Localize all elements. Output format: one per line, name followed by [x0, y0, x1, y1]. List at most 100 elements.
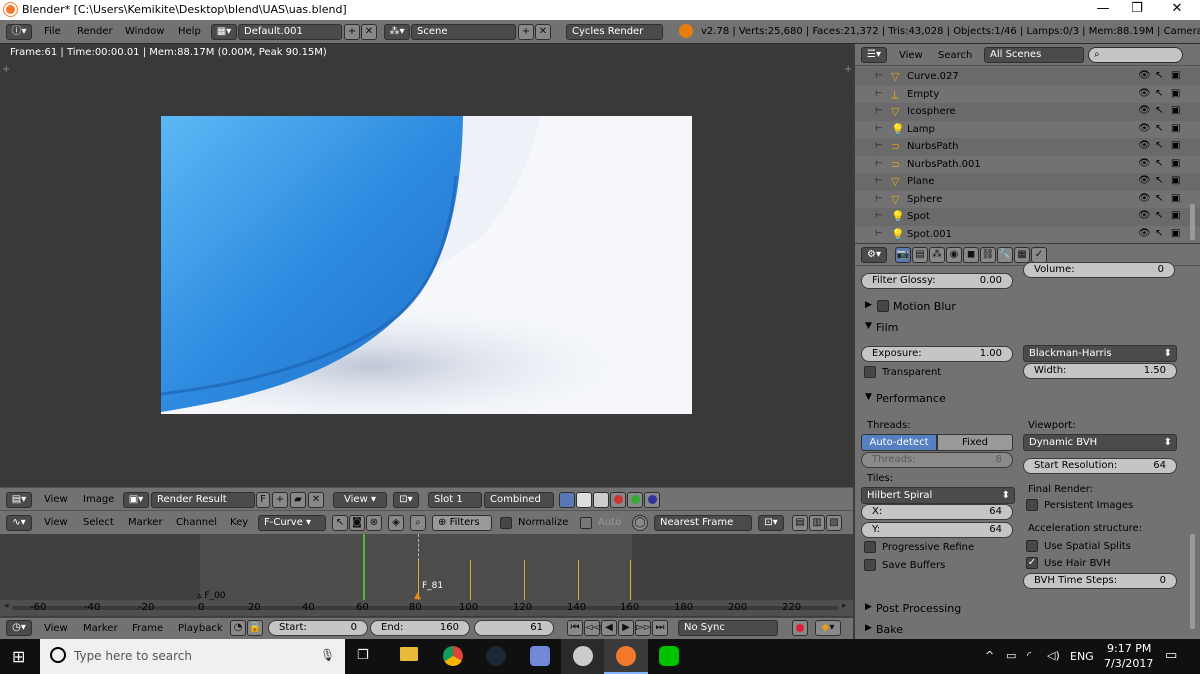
language-indicator[interactable]: ENG: [1070, 650, 1094, 663]
visibility-eye-icon[interactable]: 👁: [1138, 175, 1151, 186]
render-camera-icon[interactable]: ▣: [1171, 88, 1180, 99]
select-arrow-icon[interactable]: ↖: [1155, 123, 1163, 134]
image-view-menu[interactable]: View: [44, 494, 68, 505]
area-corner-plus-icon[interactable]: +: [844, 64, 852, 75]
image-menu[interactable]: Image: [83, 494, 114, 505]
modifiers-tab-icon[interactable]: 🔧: [997, 247, 1013, 263]
persistent-images-checkbox[interactable]: [1026, 499, 1038, 511]
paste-keys-icon[interactable]: ▥: [809, 515, 825, 531]
graph-editor-type-icon[interactable]: ∿▾: [6, 515, 32, 531]
outliner-search-input[interactable]: ⌕: [1088, 47, 1183, 63]
clock-time[interactable]: 9:17 PM: [1107, 642, 1151, 655]
line-icon[interactable]: [659, 646, 679, 666]
scroll-left-handle[interactable]: ◂: [4, 601, 9, 611]
scene-field[interactable]: Scene: [411, 24, 516, 40]
wifi-icon[interactable]: ◜: [1027, 649, 1031, 662]
paste-flipped-icon[interactable]: ▧: [826, 515, 842, 531]
area-corner-plus-icon[interactable]: +: [2, 64, 10, 75]
outliner-type-icon[interactable]: ☰▾: [861, 47, 887, 63]
next-key-icon[interactable]: ▻▻: [635, 620, 651, 636]
channel-blue-icon[interactable]: [644, 492, 660, 508]
tile-x-field[interactable]: X: 64: [861, 504, 1013, 520]
graph-key-menu[interactable]: Key: [230, 517, 248, 528]
select-arrow-icon[interactable]: ↖: [1155, 193, 1163, 204]
copy-keys-icon[interactable]: ▤: [792, 515, 808, 531]
bvh-time-steps-field[interactable]: BVH Time Steps: 0: [1023, 573, 1177, 589]
progressive-refine-checkbox[interactable]: [864, 541, 876, 553]
auto-detect-button[interactable]: Auto-detect: [861, 434, 937, 451]
visibility-eye-icon[interactable]: 👁: [1138, 70, 1151, 81]
menu-render[interactable]: Render: [77, 26, 113, 37]
start-frame-field[interactable]: Start: 0: [268, 620, 368, 636]
visibility-eye-icon[interactable]: 👁: [1138, 105, 1151, 116]
exposure-field[interactable]: Exposure: 1.00: [861, 346, 1013, 362]
volume-icon[interactable]: ◁): [1047, 649, 1060, 662]
motion-blur-checkbox[interactable]: [877, 300, 889, 312]
view-mode-select[interactable]: View ▾: [333, 492, 387, 508]
outliner-row[interactable]: ⊢ 💡 Spot.001 👁 ↖ ▣: [855, 225, 1200, 243]
outliner-item-name[interactable]: Sphere: [907, 194, 942, 205]
outliner-view-menu[interactable]: View: [899, 50, 923, 61]
graph-channel-menu[interactable]: Channel: [176, 517, 217, 528]
image-editor-area[interactable]: Frame:61 | Time:00:00.01 | Mem:88.17M (0…: [0, 44, 853, 487]
record-icon[interactable]: [792, 620, 808, 636]
outliner-item-name[interactable]: Icosphere: [907, 106, 956, 117]
clock-date[interactable]: 7/3/2017: [1104, 657, 1153, 670]
render-engine-select[interactable]: Cycles Render: [566, 24, 663, 40]
select-arrow-icon[interactable]: ↖: [1155, 158, 1163, 169]
render-camera-icon[interactable]: ▣: [1171, 158, 1180, 169]
start-resolution-field[interactable]: Start Resolution: 64: [1023, 458, 1177, 474]
layers-tab-icon[interactable]: ▤: [912, 247, 928, 263]
hair-bvh-checkbox[interactable]: ✓: [1026, 557, 1038, 569]
render-camera-icon[interactable]: ▣: [1171, 140, 1180, 151]
texture-tab-icon[interactable]: ▦: [1014, 247, 1030, 263]
outliner-row[interactable]: ⊢ ⟂ Empty 👁 ↖ ▣: [855, 85, 1200, 103]
current-frame-field[interactable]: 61: [474, 620, 554, 636]
add-layout-icon[interactable]: +: [344, 24, 360, 40]
graph-editor-area[interactable]: ▵ F_00 F_81 ▲: [0, 534, 853, 601]
outliner-scrollbar[interactable]: [1190, 204, 1195, 240]
fake-user-button[interactable]: F: [256, 492, 270, 508]
chrome-icon[interactable]: [443, 646, 463, 666]
render-camera-icon[interactable]: ▣: [1171, 70, 1180, 81]
select-arrow-icon[interactable]: ↖: [1155, 210, 1163, 221]
screen-layout-field[interactable]: Default.001: [238, 24, 342, 40]
outliner-item-name[interactable]: Empty: [907, 89, 939, 100]
keying-set-icon[interactable]: ◆▾: [815, 620, 841, 636]
taskbar-search-box[interactable]: Type here to search 🎙: [40, 639, 345, 674]
remove-scene-icon[interactable]: ✕: [535, 24, 551, 40]
filters-button[interactable]: ⊕ Filters: [432, 515, 492, 531]
spatial-splits-checkbox[interactable]: [1026, 540, 1038, 552]
outliner-display-select[interactable]: All Scenes: [984, 47, 1084, 63]
outliner-row[interactable]: ⊢ ▽ Sphere 👁 ↖ ▣: [855, 190, 1200, 208]
battery-icon[interactable]: ▭: [1006, 649, 1016, 662]
tile-y-field[interactable]: Y: 64: [861, 522, 1013, 538]
jump-start-icon[interactable]: ⏮: [567, 620, 583, 636]
properties-scrollbar[interactable]: [1190, 534, 1195, 629]
render-camera-icon[interactable]: ▣: [1171, 123, 1180, 134]
pivot-icon[interactable]: ⊡▾: [393, 492, 419, 508]
ghost-icon[interactable]: ◙: [349, 515, 365, 531]
graph-marker-menu[interactable]: Marker: [128, 517, 163, 528]
graph-view-menu[interactable]: View: [44, 517, 68, 528]
filter-width-field[interactable]: Width: 1.50: [1023, 363, 1177, 379]
render-camera-icon[interactable]: ▣: [1171, 105, 1180, 116]
menu-help[interactable]: Help: [178, 26, 201, 37]
visibility-eye-icon[interactable]: 👁: [1138, 228, 1151, 239]
outliner-item-name[interactable]: Spot.001: [907, 229, 952, 240]
chevron-up-icon[interactable]: ^: [985, 649, 994, 662]
select-arrow-icon[interactable]: ↖: [1155, 175, 1163, 186]
slot-select[interactable]: Slot 1: [428, 492, 482, 508]
fixed-button[interactable]: Fixed: [937, 434, 1013, 451]
preview-range-icon[interactable]: ◔: [230, 620, 246, 636]
timeline-frame-menu[interactable]: Frame: [132, 623, 163, 634]
outliner-row[interactable]: ⊢ ▽ Curve.027 👁 ↖ ▣: [855, 68, 1200, 86]
graph-mode-select[interactable]: F-Curve ▾: [258, 515, 326, 531]
auto-snap-icon[interactable]: ◯: [632, 515, 648, 531]
lock-range-icon[interactable]: 🔒: [247, 620, 263, 636]
object-tab-icon[interactable]: ◼: [963, 247, 979, 263]
timeline-playback-menu[interactable]: Playback: [178, 623, 223, 634]
play-icon[interactable]: ▶: [618, 620, 634, 636]
close-button[interactable]: ✕: [1154, 0, 1200, 20]
post-processing-panel[interactable]: ▶ Post Processing: [859, 598, 1193, 619]
